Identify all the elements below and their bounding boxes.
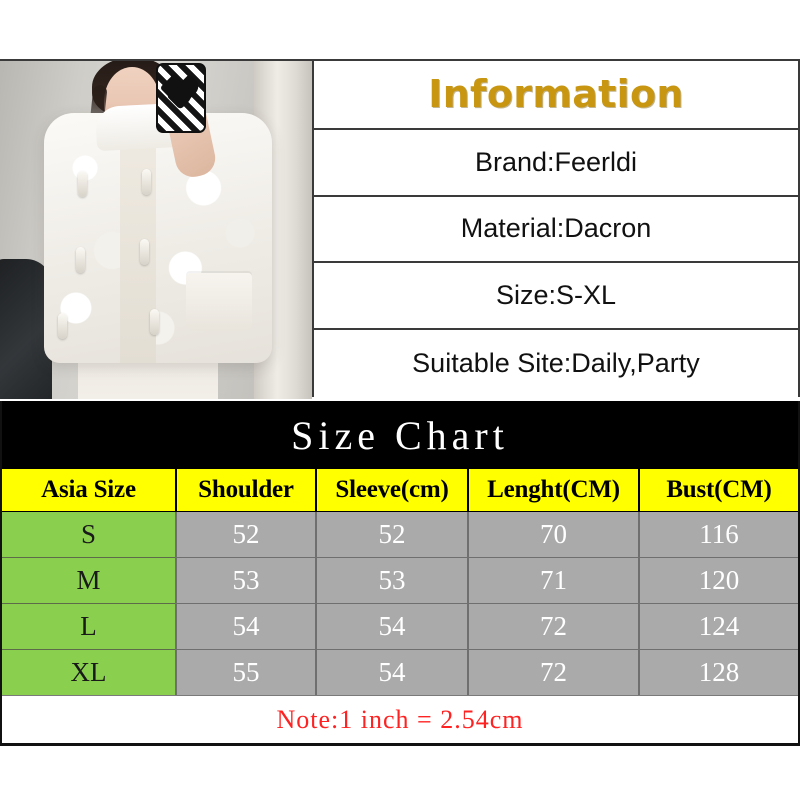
- information-brand-text: Brand:Feerldi: [474, 146, 638, 177]
- size-chart-header-row: Asia Size Shoulder Sleeve(cm) Lenght(CM)…: [2, 469, 798, 512]
- photo-coat-toggle: [76, 247, 85, 273]
- product-photo: [0, 59, 312, 399]
- cell-size: M: [2, 557, 177, 604]
- information-row-material: Material:Dacron: [314, 197, 798, 264]
- cell-bust: 128: [639, 649, 798, 695]
- information-row-suitable-site: Suitable Site:Daily,Party: [314, 330, 798, 397]
- photo-coat-toggle: [140, 239, 149, 265]
- size-chart-title: Size Chart: [291, 412, 509, 458]
- cell-sleeve: 53: [316, 557, 469, 604]
- cell-sleeve: 54: [316, 603, 469, 650]
- information-material-text: Material:Dacron: [460, 213, 652, 244]
- size-chart-title-band: Size Chart: [2, 401, 798, 469]
- cell-size: XL: [2, 649, 177, 695]
- information-panel: Information Brand:Feerldi Material:Dacro…: [312, 59, 800, 397]
- cell-sleeve: 52: [316, 511, 469, 558]
- photo-coat-toggle: [150, 309, 159, 335]
- table-row: L 54 54 72 124: [2, 603, 798, 650]
- cell-length: 72: [468, 603, 640, 650]
- column-header-asia-size: Asia Size: [2, 469, 177, 512]
- information-size-text: Size:S-XL: [495, 280, 617, 311]
- table-row: XL 55 54 72 128: [2, 649, 798, 695]
- information-title: Information: [428, 72, 684, 117]
- product-photo-illustration: [0, 61, 312, 399]
- photo-coat-toggle: [58, 313, 67, 339]
- column-header-bust: Bust(CM): [639, 469, 798, 512]
- cell-shoulder: 55: [176, 649, 317, 695]
- cell-shoulder: 53: [176, 557, 317, 604]
- column-header-shoulder: Shoulder: [176, 469, 317, 512]
- size-chart-table: Asia Size Shoulder Sleeve(cm) Lenght(CM)…: [2, 469, 798, 695]
- column-header-sleeve: Sleeve(cm): [316, 469, 469, 512]
- top-section: Information Brand:Feerldi Material:Dacro…: [0, 59, 800, 399]
- photo-coat-toggle: [142, 169, 151, 195]
- cell-size: S: [2, 511, 177, 558]
- size-chart-note: Note:1 inch = 2.54cm: [276, 704, 524, 734]
- cell-bust: 116: [639, 511, 798, 558]
- cell-length: 70: [468, 511, 640, 558]
- cell-bust: 124: [639, 603, 798, 650]
- product-info-graphic: Information Brand:Feerldi Material:Dacro…: [0, 0, 800, 800]
- size-chart-section: Size Chart Asia Size Shoulder Sleeve(cm)…: [0, 401, 800, 746]
- cell-size: L: [2, 603, 177, 650]
- photo-phone: [156, 63, 206, 133]
- table-row: M 53 53 71 120: [2, 557, 798, 604]
- information-title-row: Information: [314, 61, 798, 130]
- column-header-length: Lenght(CM): [468, 469, 640, 512]
- photo-coat-pocket: [186, 273, 252, 331]
- cell-length: 71: [468, 557, 640, 604]
- photo-coat-toggle: [78, 171, 87, 197]
- cell-shoulder: 52: [176, 511, 317, 558]
- cell-length: 72: [468, 649, 640, 695]
- information-row-brand: Brand:Feerldi: [314, 130, 798, 197]
- size-chart-note-row: Note:1 inch = 2.54cm: [2, 695, 798, 743]
- cell-shoulder: 54: [176, 603, 317, 650]
- information-row-size: Size:S-XL: [314, 263, 798, 331]
- information-suitable-site-text: Suitable Site:Daily,Party: [412, 348, 700, 379]
- table-row: S 52 52 70 116: [2, 511, 798, 558]
- cell-sleeve: 54: [316, 649, 469, 695]
- cell-bust: 120: [639, 557, 798, 604]
